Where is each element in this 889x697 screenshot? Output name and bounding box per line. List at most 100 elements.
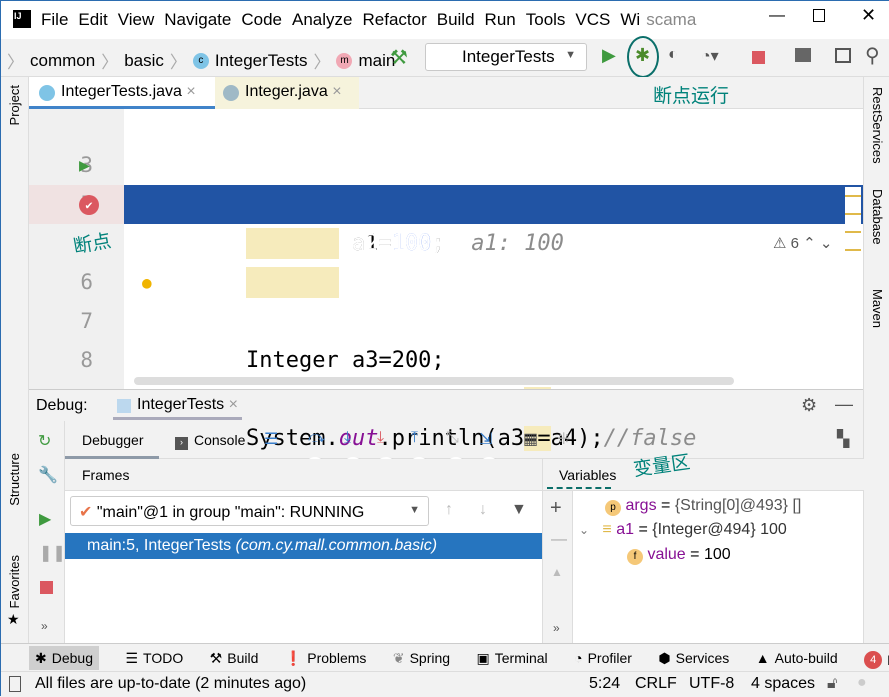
step-over-icon[interactable]: ⤼ [308, 429, 325, 447]
step-out-icon[interactable]: ⤒ [411, 429, 418, 447]
breakpoint-icon[interactable]: ✔ [79, 195, 99, 215]
database-tool-tab[interactable]: Database [870, 189, 885, 245]
tab-console[interactable]: › Console [175, 432, 245, 450]
frame-row-selected[interactable]: main:5, IntegerTests (com.cy.mall.common… [65, 533, 542, 559]
status-icon[interactable] [9, 676, 21, 692]
search-icon[interactable]: ⚲ [865, 43, 880, 68]
status-message[interactable]: All files are up-to-date (2 minutes ago) [35, 675, 306, 693]
menu-view[interactable]: View [118, 10, 155, 30]
tab-integertests-java[interactable]: IntegerTests.java × [29, 77, 215, 109]
bottom-tool-bar: ✱ Debug ☰ TODO ⚒ Build ❗ Problems ❦ Spring ▣ T… [1, 643, 889, 671]
tab-integer-java[interactable]: Integer.java × [215, 77, 359, 109]
resume-icon[interactable]: ▶ [39, 509, 51, 529]
menu-file[interactable]: File [41, 10, 68, 30]
maven-tool-tab[interactable]: Maven [870, 289, 885, 328]
lock-icon[interactable]: 🔓︎ [827, 675, 837, 693]
rerun-icon[interactable]: ↻ [38, 431, 51, 451]
bottom-tab-build[interactable]: ⚒ Build [210, 650, 259, 667]
run-config-dropdown[interactable]: IntegerTests ▼ [425, 43, 587, 71]
menu-edit[interactable]: Edit [78, 10, 107, 30]
bottom-tab-event-log[interactable]: 4Ev [864, 650, 889, 669]
build-hammer-icon[interactable]: ⚒ [390, 45, 408, 70]
bottom-tab-todo[interactable]: ☰ TODO [125, 650, 183, 667]
close-tab-icon[interactable]: × [186, 83, 195, 100]
parameter-icon: p [605, 500, 621, 516]
minimize-button[interactable]: — [769, 7, 785, 25]
menu-vcs[interactable]: VCS [575, 10, 610, 30]
favorites-tool-tab[interactable]: Favorites [7, 555, 22, 608]
prev-frame-icon[interactable]: ↑ [445, 501, 453, 519]
breadcrumb: 〉 common 〉 basic 〉 c IntegerTests 〉 m main [7, 50, 396, 73]
bottom-tab-spring[interactable]: ❦ Spring [393, 650, 450, 667]
remove-watch-icon[interactable]: — [551, 531, 567, 549]
stop-icon[interactable] [40, 581, 53, 594]
indent-setting[interactable]: 4 spaces [751, 675, 815, 693]
restore-layout-icon[interactable]: ▚ [837, 429, 849, 449]
close-button[interactable]: ✕ [861, 5, 876, 26]
trace-icon[interactable]: ⁜ [557, 429, 570, 449]
caret-position[interactable]: 5:24 [589, 675, 620, 693]
breadcrumb-basic[interactable]: basic [124, 51, 164, 71]
file-encoding[interactable]: UTF-8 [689, 675, 734, 693]
expand-chevron-icon[interactable]: ⌄ [579, 523, 589, 537]
project-tool-tab[interactable]: Project [7, 85, 22, 125]
coverage-icon[interactable]: ◐ [668, 46, 678, 64]
bottom-tab-profiler[interactable]: ◔ Profiler [574, 650, 632, 666]
hide-panel-icon[interactable]: — [835, 394, 853, 415]
horizontal-scrollbar[interactable] [134, 377, 734, 385]
bottom-tab-services[interactable]: ⬢ Services [658, 650, 729, 667]
thread-dropdown[interactable]: ✔ "main"@1 in group "main": RUNNING ▼ [70, 496, 429, 526]
gear-icon[interactable]: ⚙ [801, 395, 817, 416]
project-structure-icon[interactable] [795, 48, 811, 62]
profiler-icon: ◔ [574, 649, 583, 666]
star-icon: ★ [7, 611, 20, 627]
structure-tool-tab[interactable]: Structure [7, 453, 22, 506]
breadcrumb-class[interactable]: IntegerTests [215, 51, 308, 71]
annotation-debug-run: 断点运行 [653, 85, 730, 107]
close-session-icon[interactable]: × [229, 396, 238, 413]
bottom-tab-auto-build[interactable]: ▲ Auto-build [756, 650, 838, 666]
run-anything-icon[interactable] [835, 48, 851, 63]
menu-tools[interactable]: Tools [526, 10, 566, 30]
more-icon[interactable]: » [553, 621, 560, 635]
debug-session-tab[interactable]: IntegerTests × [113, 390, 242, 420]
restservices-tool-tab[interactable]: RestServices [870, 87, 885, 164]
bottom-tab-terminal[interactable]: ▣ Terminal [477, 650, 548, 667]
close-tab-icon[interactable]: × [332, 83, 341, 100]
menu-window[interactable]: Wi [620, 10, 640, 30]
notifications-icon[interactable]: ● [857, 674, 867, 692]
layout-icon[interactable]: ☰ [264, 429, 278, 449]
menu-run[interactable]: Run [485, 10, 516, 30]
variable-row[interactable]: p args = {String[0]@493} [] [605, 497, 801, 516]
run-to-cursor-icon[interactable]: ⇲ [479, 429, 492, 449]
add-watch-icon[interactable]: + [550, 497, 562, 520]
stop-icon[interactable] [752, 51, 765, 64]
menu-refactor[interactable]: Refactor [362, 10, 426, 30]
evaluate-expression-icon[interactable]: ▦ [523, 429, 538, 449]
run-icon[interactable]: ▶ [602, 45, 616, 66]
menu-build[interactable]: Build [437, 10, 475, 30]
filter-icon[interactable]: ▼ [511, 501, 527, 519]
settings-wrench-icon[interactable]: 🔧 [38, 465, 58, 485]
pause-icon[interactable]: ❚❚ [39, 543, 66, 563]
more-icon[interactable]: » [41, 619, 48, 633]
code-editor[interactable]: 3▶ public static void main(String[] args… [29, 109, 863, 451]
drop-frame-icon[interactable]: ⤡ [446, 429, 459, 447]
menu-navigate[interactable]: Navigate [164, 10, 231, 30]
maximize-button[interactable] [813, 9, 825, 22]
bottom-tab-debug[interactable]: ✱ Debug [29, 646, 99, 670]
variable-row[interactable]: ⌄ ≡ a1 = {Integer@494} 100 [579, 521, 787, 539]
profiler-icon[interactable]: ◔▾ [701, 46, 719, 66]
bottom-tab-problems[interactable]: ❗ Problems [285, 650, 367, 667]
menu-analyze[interactable]: Analyze [292, 10, 352, 30]
force-step-into-icon[interactable]: ⤓ [377, 429, 384, 447]
menu-code[interactable]: Code [241, 10, 282, 30]
line-separator[interactable]: CRLF [635, 675, 677, 693]
tab-debugger[interactable]: Debugger [65, 421, 159, 459]
class-icon [39, 85, 55, 101]
move-up-icon[interactable]: ▲ [551, 565, 563, 579]
step-into-icon[interactable]: ⤓ [344, 429, 351, 447]
variable-row[interactable]: f value = 100 [627, 546, 731, 565]
breadcrumb-common[interactable]: common [30, 51, 95, 71]
next-frame-icon[interactable]: ↓ [479, 501, 487, 519]
